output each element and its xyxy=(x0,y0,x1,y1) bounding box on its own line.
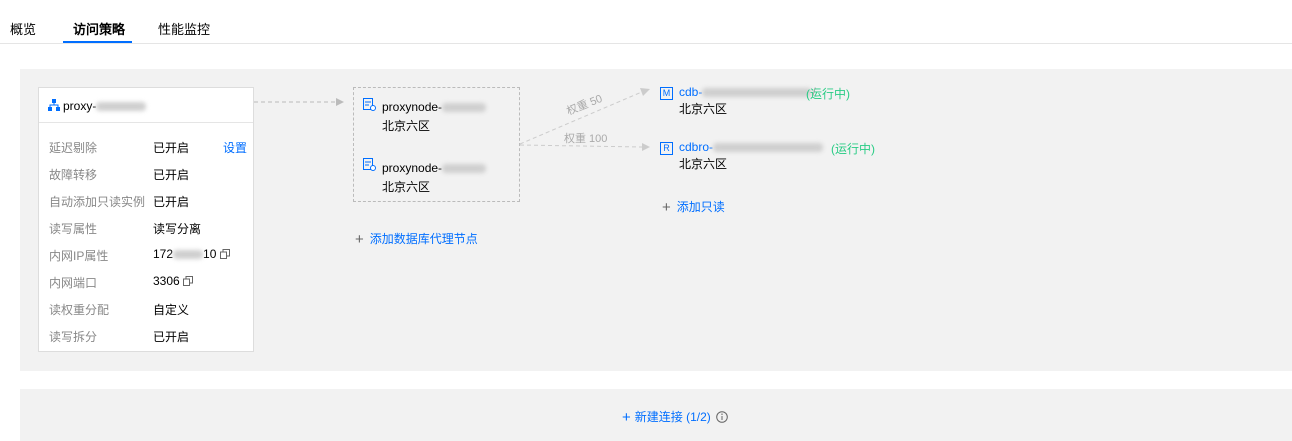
node-name-prefix: proxynode- xyxy=(382,100,443,114)
node-name-prefix: proxynode- xyxy=(382,161,443,175)
delay-setting-link[interactable]: 设置 xyxy=(223,139,247,156)
arrow-head xyxy=(642,143,650,151)
master-badge-icon: M xyxy=(660,87,673,100)
row-label: 读写拆分 xyxy=(49,330,98,344)
private-ip-value: 172 10 xyxy=(153,247,230,261)
ip-suffix: 10 xyxy=(203,247,217,261)
copy-icon[interactable] xyxy=(219,249,230,259)
proxy-card-header[interactable]: proxy- xyxy=(39,88,253,123)
row-label: 自动添加只读实例 xyxy=(49,195,146,209)
proxy-name: proxy- xyxy=(63,99,147,113)
proxy-node-region: 北京六区 xyxy=(382,180,431,194)
new-connection-label: 新建连接 (1/2) xyxy=(634,410,711,424)
readonly-instance-link[interactable]: cdbro- xyxy=(679,140,824,154)
master-instance-link[interactable]: cdb- / xyxy=(679,85,816,99)
row-label: 读写属性 xyxy=(49,222,98,236)
row-value: 读写分离 xyxy=(153,222,202,236)
add-readonly-button[interactable]: + 添加只读 xyxy=(662,198,725,216)
weight-label-readonly: 权重 100 xyxy=(564,133,608,145)
proxy-node-region: 北京六区 xyxy=(382,119,431,133)
row-value: 已开启 xyxy=(153,330,190,344)
port-value: 3306 xyxy=(153,274,194,288)
plus-icon: + xyxy=(662,199,671,216)
instance-region: 北京六区 xyxy=(679,157,728,171)
instance-name-prefix: cdb- xyxy=(679,85,703,99)
ip-prefix: 172 xyxy=(153,247,174,261)
redacted-text xyxy=(173,250,204,260)
row-value: 已开启 xyxy=(153,195,190,209)
add-proxy-node-label: 添加数据库代理节点 xyxy=(369,232,478,246)
row-label: 延迟剔除 xyxy=(49,141,98,155)
topology-icon xyxy=(48,99,60,111)
proxy-node-name: proxynode- xyxy=(382,100,487,114)
proxy-nodes-group: proxynode- 北京六区 proxynode- 北京六区 xyxy=(353,87,520,202)
copy-icon[interactable] xyxy=(183,276,194,286)
row-label: 内网IP属性 xyxy=(49,249,109,263)
instance-region: 北京六区 xyxy=(679,102,728,116)
redacted-text xyxy=(442,164,487,174)
proxy-card: proxy- 延迟剔除 已开启 设置 故障转移 已开启 自动添加只读实例 已开启… xyxy=(38,87,254,352)
redacted-text xyxy=(96,102,147,112)
row-value: 已开启 xyxy=(153,168,190,182)
redacted-text xyxy=(702,88,813,98)
redacted-text xyxy=(442,103,487,113)
row-value: 已开启 xyxy=(153,141,190,155)
plus-icon: + xyxy=(622,409,631,426)
proxy-name-prefix: proxy- xyxy=(63,99,97,113)
server-node-icon xyxy=(363,98,376,111)
redacted-text xyxy=(713,143,824,153)
add-proxy-node-button[interactable]: + 添加数据库代理节点 xyxy=(355,230,478,248)
arrow-head xyxy=(336,98,344,106)
plus-icon: + xyxy=(355,231,364,248)
server-node-icon xyxy=(363,158,376,171)
add-readonly-label: 添加只读 xyxy=(676,200,725,214)
status-badge: (运行中) xyxy=(831,142,875,156)
instance-name-prefix: cdbro- xyxy=(679,140,714,154)
proxy-node-name: proxynode- xyxy=(382,161,487,175)
info-icon[interactable] xyxy=(716,411,728,423)
row-value: 自定义 xyxy=(153,303,190,317)
port-text: 3306 xyxy=(153,274,180,288)
row-label: 读权重分配 xyxy=(49,303,110,317)
readonly-badge-icon: R xyxy=(660,142,673,155)
row-label: 内网端口 xyxy=(49,276,98,290)
row-label: 故障转移 xyxy=(49,168,98,182)
arrow-head xyxy=(640,88,650,96)
new-connection-button[interactable]: + 新建连接 (1/2) xyxy=(622,408,728,426)
status-badge: (运行中) xyxy=(806,87,850,101)
